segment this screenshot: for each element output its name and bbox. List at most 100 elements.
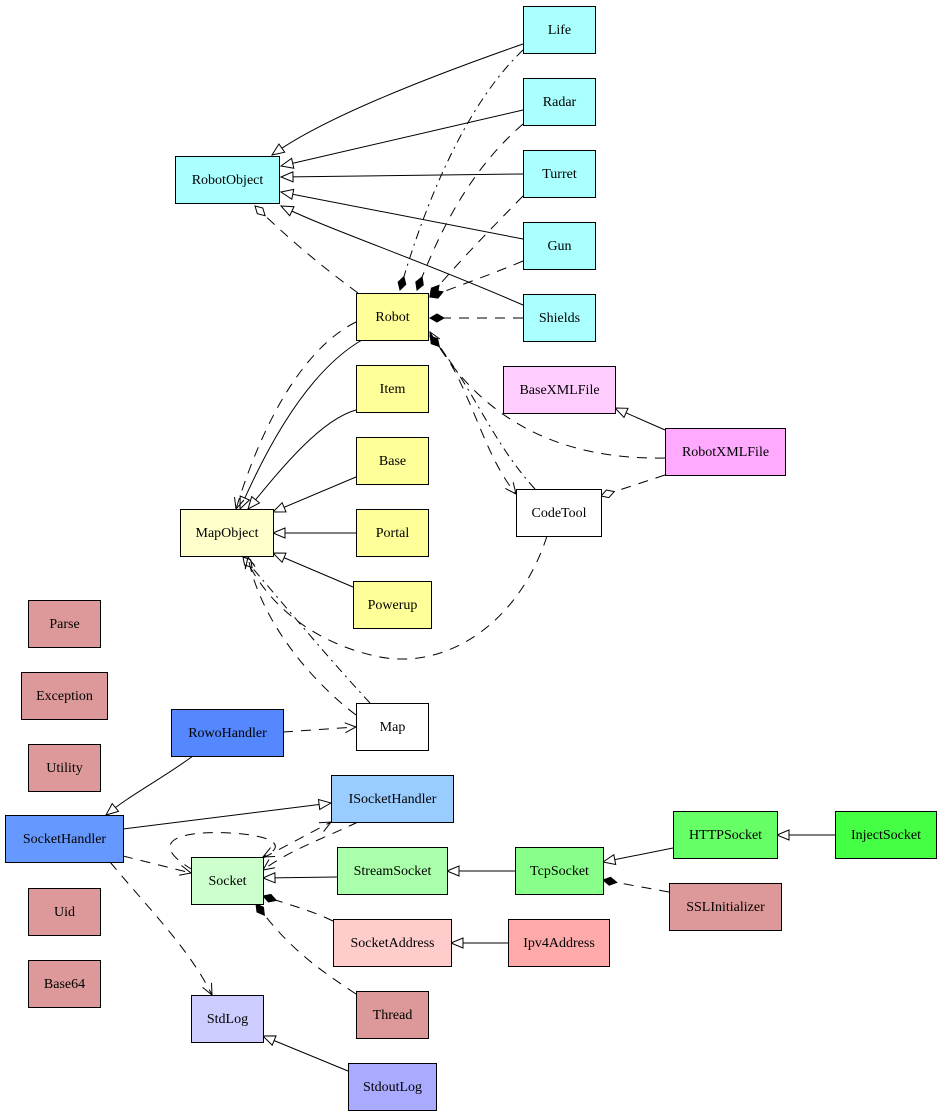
edge-life-to-robot (397, 49, 524, 291)
class-label: Life (548, 23, 571, 38)
composition-diamond (397, 275, 407, 291)
composition-diamond (415, 275, 424, 291)
composition-diamond (428, 313, 446, 323)
inheritance-arrowhead (601, 853, 617, 866)
class-label: BaseXMLFile (519, 383, 599, 398)
class-node-robotxmlfile[interactable]: RobotXMLFile (665, 428, 786, 476)
inheritance-line (272, 552, 354, 588)
edge-socket-to-isockethandler (262, 821, 333, 859)
class-node-robotobject[interactable]: RobotObject (175, 156, 280, 204)
edge-robotxmlfile-to-basexmlfile (613, 407, 666, 431)
class-label: Item (380, 382, 406, 397)
class-node-parse[interactable]: Parse (28, 600, 101, 648)
class-node-radar[interactable]: Radar (523, 78, 596, 126)
class-label: RobotXMLFile (682, 445, 769, 460)
inheritance-arrowhead (279, 171, 294, 183)
inheritance-arrowhead (247, 495, 261, 511)
edge-shields-to-robotobject (279, 205, 524, 306)
class-label: SocketHandler (23, 832, 107, 847)
class-node-thread[interactable]: Thread (356, 991, 429, 1039)
class-node-socketaddress[interactable]: SocketAddress (333, 919, 452, 967)
inheritance-line (280, 173, 524, 178)
class-node-gun[interactable]: Gun (523, 222, 596, 270)
edge-rowohandler-to-sockethandler (104, 755, 194, 816)
inheritance-arrowhead (261, 1035, 277, 1047)
inheritance-line (271, 43, 524, 156)
class-label: Shields (539, 311, 580, 326)
class-node-ipv4address[interactable]: Ipv4Address (508, 919, 610, 967)
class-label: ISocketHandler (349, 792, 437, 807)
class-label: Socket (208, 874, 246, 889)
class-node-rowohandler[interactable]: RowoHandler (171, 709, 284, 757)
class-label: RobotObject (192, 173, 264, 188)
inheritance-arrowhead (271, 552, 287, 564)
edge-robot-to-mapobject (239, 339, 363, 511)
class-label: Portal (376, 526, 410, 541)
edge-socketaddress-to-socket (262, 893, 334, 922)
dependency-arrowhead (261, 847, 276, 858)
class-node-codetool[interactable]: CodeTool (516, 489, 602, 537)
class-node-base64[interactable]: Base64 (28, 960, 101, 1008)
class-label: MapObject (196, 526, 259, 541)
class-label: Parse (49, 617, 79, 632)
edge-stdoutlog-to-stdlog (261, 1035, 349, 1072)
inheritance-line (272, 476, 357, 513)
class-node-robot[interactable]: Robot (356, 293, 429, 341)
class-node-sslinitializer[interactable]: SSLInitializer (669, 883, 782, 931)
class-node-sockethandler[interactable]: SocketHandler (5, 815, 124, 863)
class-node-httpsocket[interactable]: HTTPSocket (673, 811, 778, 859)
class-node-powerup[interactable]: Powerup (353, 581, 432, 629)
composition-line (399, 49, 524, 291)
class-node-streamsocket[interactable]: StreamSocket (337, 847, 448, 895)
class-node-item[interactable]: Item (356, 365, 429, 413)
dependency-arrowhead (505, 482, 517, 495)
class-label: Thread (373, 1008, 413, 1023)
inheritance-arrowhead (261, 872, 276, 884)
class-node-injectsocket[interactable]: InjectSocket (835, 811, 937, 859)
composition-diamond (262, 893, 278, 903)
dependency-line (247, 556, 357, 716)
class-node-socket[interactable]: Socket (191, 857, 264, 905)
class-node-uid[interactable]: Uid (28, 888, 101, 936)
class-node-isockethandler[interactable]: ISocketHandler (331, 775, 454, 823)
edge-robotxmlfile-to-codetool (600, 474, 666, 499)
composition-diamond (602, 876, 618, 886)
class-node-exception[interactable]: Exception (21, 672, 108, 720)
class-node-life[interactable]: Life (523, 6, 596, 54)
inheritance-line (105, 755, 194, 816)
edge-httpsocket-to-tcpsocket (601, 847, 674, 866)
edge-streamsocket-to-socket (261, 872, 338, 884)
class-node-map[interactable]: Map (356, 703, 429, 751)
class-node-basexmlfile[interactable]: BaseXMLFile (503, 366, 616, 414)
inheritance-line (122, 802, 332, 830)
class-label: Base64 (44, 977, 85, 992)
edge-turret-to-robotobject (279, 171, 524, 183)
inheritance-line (247, 409, 357, 510)
class-node-stdoutlog[interactable]: StdoutLog (348, 1063, 437, 1111)
class-node-portal[interactable]: Portal (356, 509, 429, 557)
inheritance-arrowhead (775, 829, 790, 841)
inheritance-arrowhead (449, 937, 464, 949)
edge-rowohandler-to-map (282, 722, 358, 734)
class-node-utility[interactable]: Utility (28, 744, 101, 792)
class-label: Turret (542, 167, 577, 182)
aggregation-diamond (600, 489, 616, 499)
inheritance-line (280, 205, 524, 306)
class-node-mapobject[interactable]: MapObject (180, 509, 274, 557)
inheritance-line (280, 109, 524, 167)
edge-life-to-robotobject (270, 43, 524, 156)
class-node-tcpsocket[interactable]: TcpSocket (515, 847, 604, 895)
class-node-turret[interactable]: Turret (523, 150, 596, 198)
class-label: SSLInitializer (686, 900, 765, 915)
class-node-base[interactable]: Base (356, 437, 429, 485)
class-node-shields[interactable]: Shields (523, 294, 596, 342)
inheritance-arrowhead (271, 527, 286, 539)
inheritance-line (262, 1035, 349, 1072)
edge-radar-to-robot (415, 123, 524, 291)
edge-injectsocket-to-httpsocket (775, 829, 835, 841)
class-label: SocketAddress (351, 936, 435, 951)
class-label: Radar (543, 95, 577, 110)
class-label: Robot (375, 310, 409, 325)
composition-diamond (255, 903, 266, 917)
class-node-stdlog[interactable]: StdLog (191, 995, 264, 1043)
